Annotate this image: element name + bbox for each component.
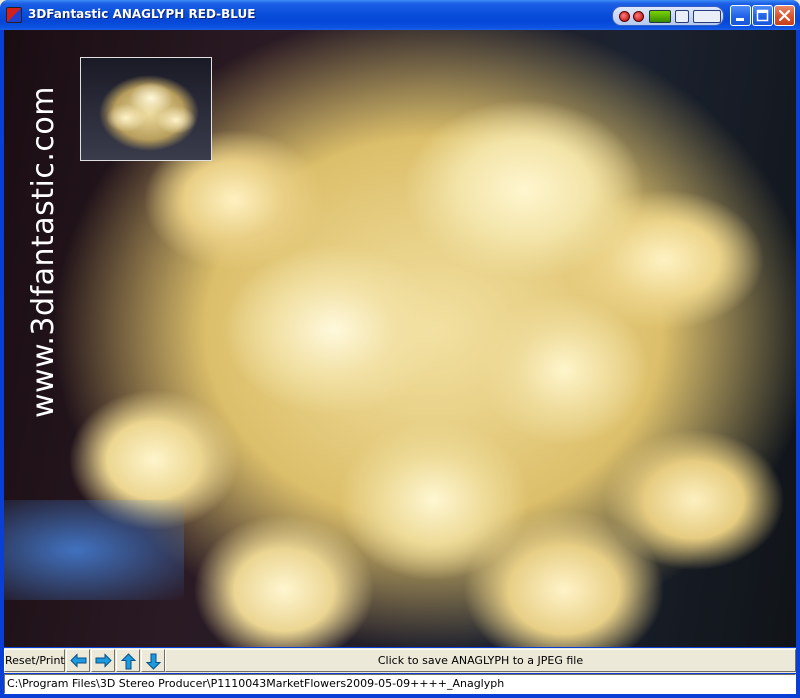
move-left-button[interactable] (66, 649, 90, 672)
anaglyph-image-view[interactable]: www.3dfantastic.com (4, 30, 796, 647)
file-path-field: C:\Program Files\3D Stereo Producer\P111… (4, 674, 796, 694)
arrow-down-icon (145, 653, 162, 670)
move-up-button[interactable] (116, 649, 140, 672)
title-bar[interactable]: 3DFantastic ANAGLYPH RED-BLUE (0, 0, 800, 30)
maximize-icon (756, 9, 769, 22)
blue-cloth-area (4, 500, 184, 600)
save-jpeg-button[interactable]: Click to save ANAGLYPH to a JPEG file (165, 649, 796, 672)
red-record-icon[interactable] (619, 11, 630, 22)
nvidia-icon[interactable] (649, 10, 671, 23)
close-icon (778, 9, 791, 22)
move-right-button[interactable] (91, 649, 115, 672)
display-icon[interactable] (693, 10, 721, 23)
move-down-button[interactable] (141, 649, 165, 672)
arrow-right-icon (95, 653, 112, 668)
minimize-icon (736, 18, 744, 21)
window-title: 3DFantastic ANAGLYPH RED-BLUE (28, 7, 256, 21)
anaglyph-app-icon[interactable] (6, 7, 22, 23)
watermark-text: www.3dfantastic.com (26, 86, 61, 418)
arrow-up-icon (120, 653, 137, 670)
red-record-icon-2[interactable] (633, 11, 644, 22)
thumbnail-preview[interactable] (80, 57, 212, 161)
app-window: 3DFantastic ANAGLYPH RED-BLUE www.3dfant… (0, 0, 800, 698)
close-button[interactable] (774, 5, 795, 26)
arrow-left-icon (70, 653, 87, 668)
titlebar-tray (612, 6, 724, 26)
maximize-button[interactable] (752, 5, 773, 26)
window-icon[interactable] (675, 10, 689, 23)
reset-print-button[interactable]: Reset/Print (4, 649, 65, 672)
bottom-toolbar: Reset/Print Click to save ANAGLYPH to a … (4, 648, 796, 673)
minimize-button[interactable] (730, 5, 751, 26)
